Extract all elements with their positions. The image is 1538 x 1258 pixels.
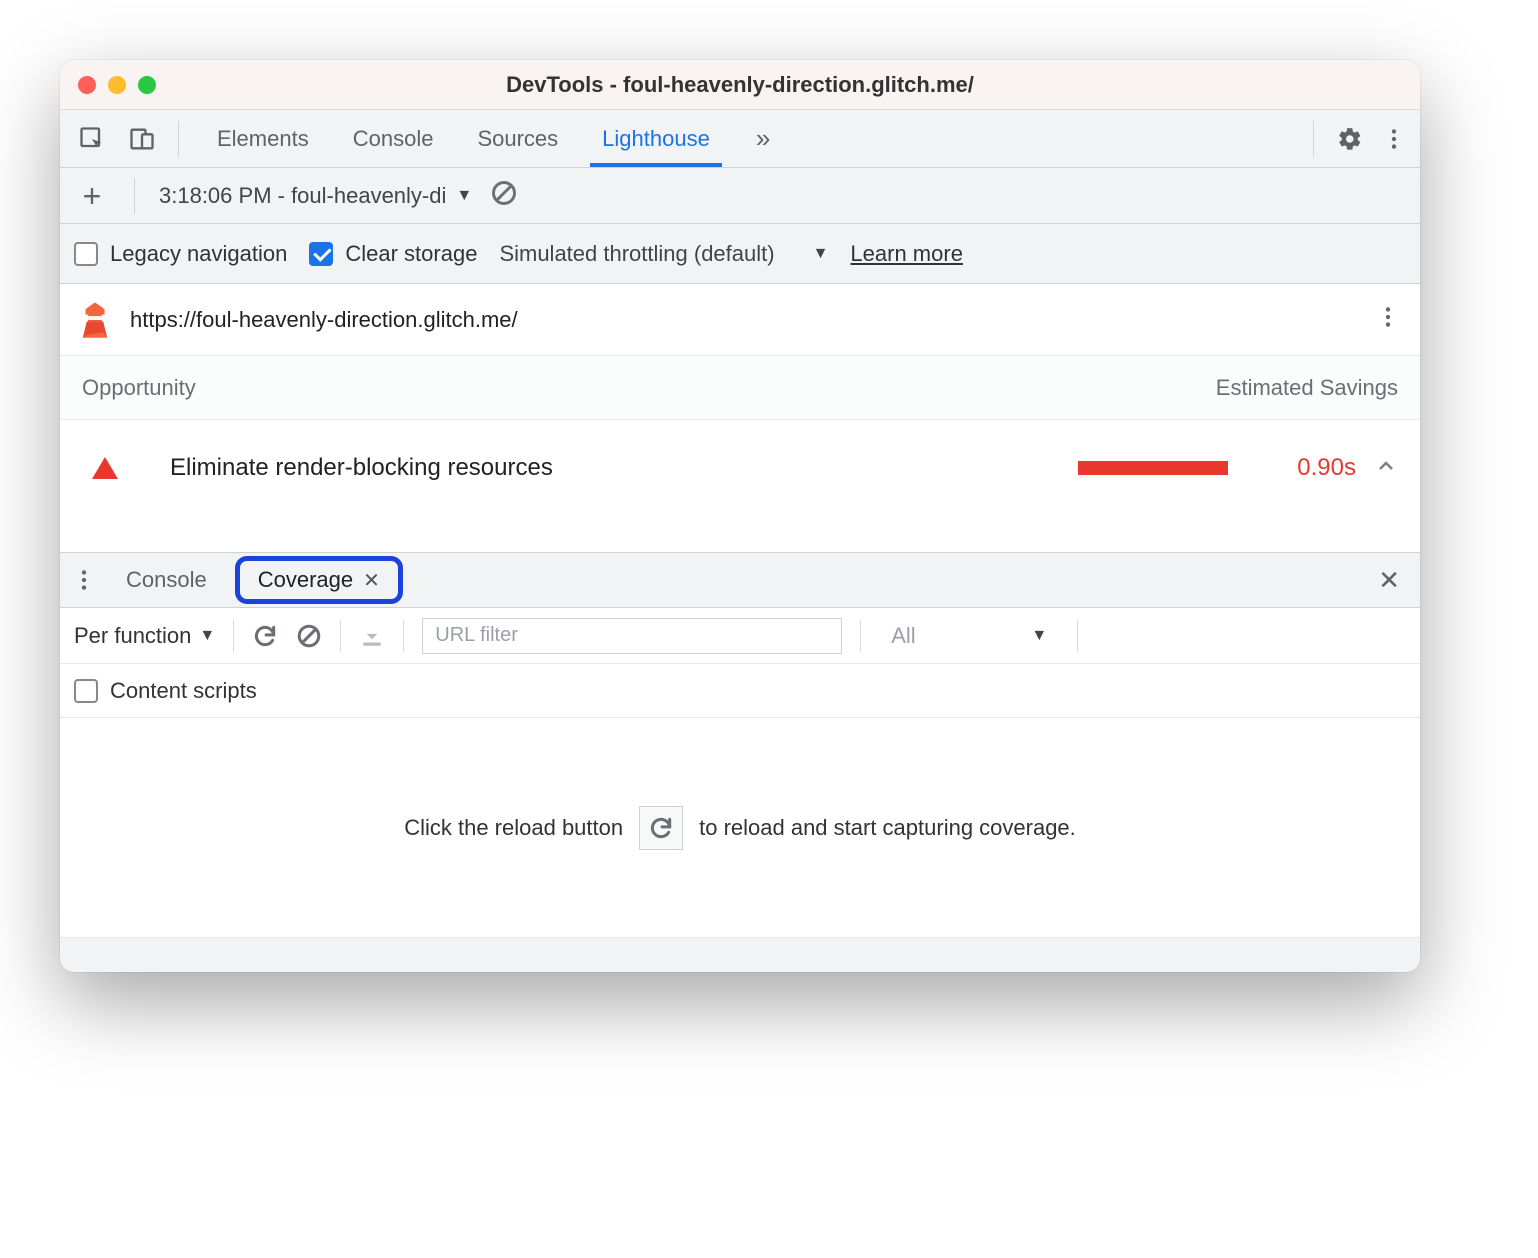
- type-filter-label: All: [891, 623, 915, 649]
- tab-elements[interactable]: Elements: [195, 110, 331, 167]
- fail-triangle-icon: [92, 457, 118, 479]
- stop-icon[interactable]: [296, 623, 322, 649]
- granularity-selector[interactable]: Per function ▼: [74, 623, 215, 649]
- main-menu-icon[interactable]: [1380, 119, 1408, 159]
- content-scripts-label: Content scripts: [110, 678, 257, 704]
- traffic-lights: [78, 76, 156, 94]
- new-report-button[interactable]: +: [74, 180, 110, 212]
- tab-lighthouse[interactable]: Lighthouse: [580, 110, 732, 167]
- throttling-selector[interactable]: Simulated throttling (default) ▼: [499, 241, 828, 267]
- clear-storage-checkbox[interactable]: Clear storage: [309, 241, 477, 267]
- opportunity-row[interactable]: Eliminate render-blocking resources 0.90…: [60, 420, 1420, 516]
- window-title: DevTools - foul-heavenly-direction.glitc…: [60, 72, 1420, 98]
- lighthouse-options: Legacy navigation Clear storage Simulate…: [60, 224, 1420, 284]
- divider: [134, 178, 135, 214]
- savings-bar: [1078, 461, 1228, 475]
- close-tab-icon[interactable]: ✕: [363, 568, 380, 593]
- drawer-tab-coverage-label: Coverage: [258, 567, 353, 593]
- divider: [1313, 121, 1314, 157]
- content-scripts-checkbox[interactable]: Content scripts: [74, 678, 257, 704]
- dropdown-icon: ▼: [1031, 627, 1047, 645]
- opportunity-header-left: Opportunity: [82, 375, 196, 401]
- minimize-window-button[interactable]: [108, 76, 126, 94]
- lighthouse-subbar: + 3:18:06 PM - foul-heavenly-di ▼: [60, 168, 1420, 224]
- titlebar: DevTools - foul-heavenly-direction.glitc…: [60, 60, 1420, 110]
- lighthouse-logo-icon: [78, 301, 112, 339]
- inspect-element-icon[interactable]: [72, 119, 112, 159]
- tab-sources[interactable]: Sources: [455, 110, 580, 167]
- tab-console[interactable]: Console: [331, 110, 456, 167]
- opportunity-header-right: Estimated Savings: [1216, 375, 1398, 401]
- drawer-tabbar: Console Coverage ✕ ✕: [60, 552, 1420, 608]
- coverage-body: Click the reload button to reload and st…: [60, 718, 1420, 938]
- divider: [403, 620, 404, 652]
- settings-icon[interactable]: [1330, 119, 1370, 159]
- legacy-navigation-label: Legacy navigation: [110, 241, 287, 267]
- zoom-window-button[interactable]: [138, 76, 156, 94]
- coverage-options: Content scripts: [60, 664, 1420, 718]
- divider: [340, 620, 341, 652]
- drawer-tab-coverage[interactable]: Coverage ✕: [235, 556, 403, 604]
- drawer-tab-console[interactable]: Console: [108, 561, 225, 599]
- dropdown-icon: ▼: [199, 627, 215, 645]
- main-tablist: Elements Console Sources Lighthouse: [195, 110, 732, 167]
- coverage-hint-right: to reload and start capturing coverage.: [699, 815, 1076, 841]
- report-header: https://foul-heavenly-direction.glitch.m…: [60, 284, 1420, 356]
- export-icon: [359, 623, 385, 649]
- savings-value: 0.90s: [1246, 454, 1356, 482]
- opportunity-title: Eliminate render-blocking resources: [170, 454, 553, 482]
- url-filter-input[interactable]: URL filter: [422, 618, 842, 654]
- url-filter-placeholder: URL filter: [435, 624, 518, 647]
- divider: [233, 620, 234, 652]
- device-toggle-icon[interactable]: [122, 119, 162, 159]
- divider: [1077, 620, 1078, 652]
- type-filter-selector[interactable]: All ▼: [879, 623, 1059, 649]
- clear-storage-label: Clear storage: [345, 241, 477, 267]
- coverage-hint-left: Click the reload button: [404, 815, 623, 841]
- more-tabs-icon[interactable]: »: [742, 123, 784, 154]
- reload-hint-button[interactable]: [639, 806, 683, 850]
- close-drawer-icon[interactable]: ✕: [1368, 565, 1410, 596]
- devtools-window: DevTools - foul-heavenly-direction.glitc…: [60, 60, 1420, 972]
- divider: [860, 620, 861, 652]
- clear-icon[interactable]: [490, 179, 518, 212]
- footer-strip: [60, 938, 1420, 972]
- reload-icon[interactable]: [252, 623, 278, 649]
- report-selector[interactable]: 3:18:06 PM - foul-heavenly-di ▼: [159, 183, 472, 209]
- drawer-menu-icon[interactable]: [70, 560, 98, 600]
- collapse-icon[interactable]: [1374, 454, 1398, 483]
- report-url: https://foul-heavenly-direction.glitch.m…: [130, 307, 1356, 333]
- report-selector-label: 3:18:06 PM - foul-heavenly-di: [159, 183, 446, 209]
- granularity-label: Per function: [74, 623, 191, 649]
- legacy-navigation-checkbox[interactable]: Legacy navigation: [74, 241, 287, 267]
- report-menu-icon[interactable]: [1374, 304, 1402, 335]
- opportunity-header: Opportunity Estimated Savings: [60, 356, 1420, 420]
- throttling-label: Simulated throttling (default): [499, 241, 774, 267]
- coverage-toolbar: Per function ▼ URL filter All ▼: [60, 608, 1420, 664]
- dropdown-icon: ▼: [456, 187, 472, 205]
- main-tabbar: Elements Console Sources Lighthouse »: [60, 110, 1420, 168]
- dropdown-icon: ▼: [813, 245, 829, 263]
- close-window-button[interactable]: [78, 76, 96, 94]
- divider: [178, 121, 179, 157]
- learn-more-link[interactable]: Learn more: [850, 241, 963, 267]
